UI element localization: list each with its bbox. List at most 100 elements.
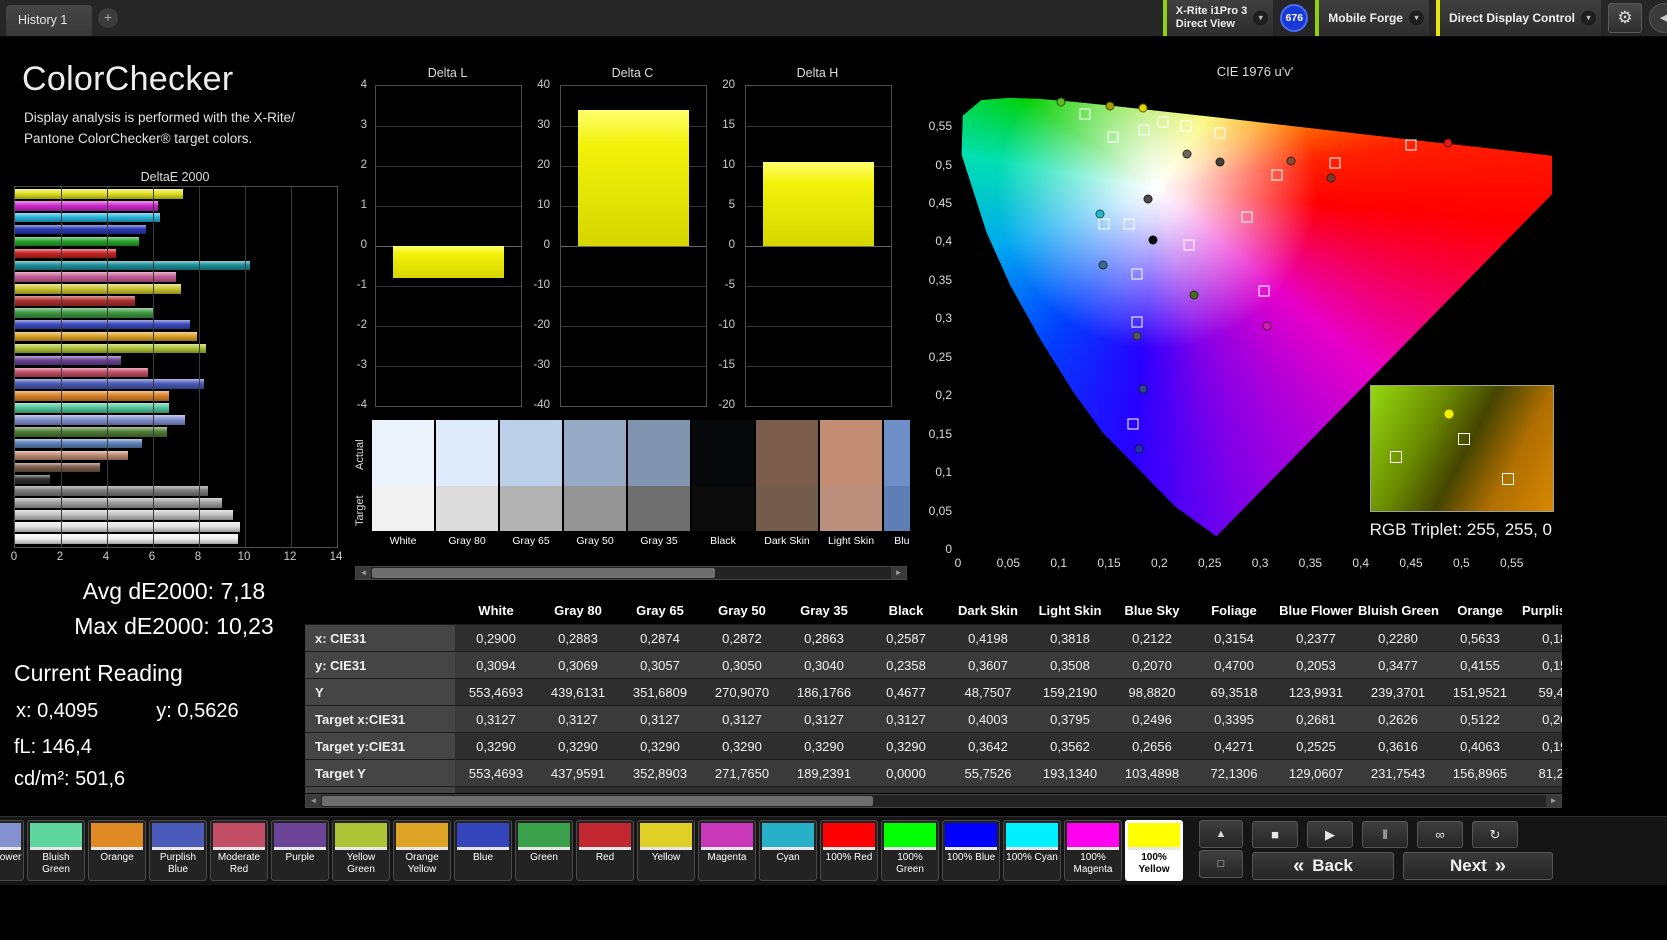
swatch-label: White [372, 535, 434, 547]
pattern-button[interactable]: Yellow Green [332, 820, 390, 881]
column-header: Foliage [1193, 596, 1275, 625]
pattern-button[interactable]: 100% Red [820, 820, 878, 881]
table-cell: 0,2863 [783, 625, 865, 652]
back-button[interactable]: « Back [1252, 852, 1394, 880]
scroll-right-icon[interactable]: ► [1546, 795, 1561, 807]
display-control-dropdown[interactable]: Direct Display Control ▾ [1436, 0, 1601, 36]
table-cell: 55,7526 [947, 760, 1029, 787]
pattern-label: Green [516, 852, 572, 864]
row-label: Target x:CIE31 [305, 706, 455, 733]
pattern-button[interactable]: Blue Flower [0, 820, 24, 881]
pattern-up-button[interactable]: ▲ [1199, 820, 1243, 848]
axis-tick: 0 [955, 556, 962, 570]
cie-measurement-dot [1189, 290, 1198, 299]
pattern-button[interactable]: Red [576, 820, 634, 881]
page-title: Col​orChecker [22, 60, 233, 99]
collapse-panel-button[interactable]: ◀ [1649, 3, 1667, 33]
table-row: Target y:CIE310,32900,32900,32900,32900,… [305, 733, 1562, 760]
table-cell: 0,4003 [947, 706, 1029, 733]
history-tab[interactable]: History 1 [6, 5, 92, 36]
deltae-bar [15, 486, 208, 496]
table-cell: 553,4693 [455, 679, 537, 706]
pattern-button[interactable]: Purple [271, 820, 329, 881]
pattern-button[interactable]: Orange [88, 820, 146, 881]
table-cell: 0,2872 [701, 625, 783, 652]
deltae-axis: 02468101214 [14, 551, 336, 565]
pattern-swatch [457, 823, 509, 850]
pattern-button[interactable]: Cyan [759, 820, 817, 881]
axis-tick: 0,05 [997, 556, 1020, 570]
table-cell: 0,1984 [1521, 733, 1562, 760]
meter-dropdown[interactable]: X-Rite i1Pro 3 Direct View ▾ [1163, 0, 1274, 36]
pattern-button[interactable]: Bluish Green [27, 820, 85, 881]
scroll-right-icon[interactable]: ► [891, 567, 906, 579]
cie-measurement-dot [1095, 209, 1104, 218]
pattern-window-button[interactable]: □ [1199, 850, 1243, 878]
pattern-button[interactable]: 100% Magenta [1064, 820, 1122, 881]
refresh-button[interactable]: ↻ [1472, 821, 1518, 848]
cie-measurement-dot [1056, 98, 1065, 107]
target-swatch [820, 486, 882, 531]
stop-button[interactable]: ■ [1252, 821, 1298, 848]
chevron-left-icon: ◀ [1660, 12, 1667, 24]
source-dropdown[interactable]: Mobile Forge ▾ [1315, 0, 1429, 36]
table-row: ΔE 20009,67729,76879,51729,02838,40601,5… [305, 787, 1562, 794]
table-cell: 0,1598 [1521, 652, 1562, 679]
continuous-read-button[interactable]: ∞ [1417, 821, 1463, 848]
current-cdm2: cd/m²: 501,6 [14, 768, 125, 791]
pattern-label: Cyan [760, 852, 816, 864]
table-cell: 1,5035 [865, 787, 947, 794]
pattern-button[interactable]: Orange Yellow [393, 820, 451, 881]
pattern-button[interactable]: Blue [454, 820, 512, 881]
results-table-wrap: WhiteGray 80Gray 65Gray 50Gray 35BlackDa… [305, 596, 1562, 793]
cie-target-square [1183, 239, 1194, 250]
table-cell: 9,5172 [619, 787, 701, 794]
pattern-label: 100% Blue [943, 852, 999, 864]
pattern-button[interactable]: Yellow [637, 820, 695, 881]
table-scrollbar[interactable]: ◄ ► [305, 794, 1562, 808]
pattern-button[interactable]: Green [515, 820, 573, 881]
pattern-swatch [91, 823, 143, 850]
pattern-label: Magenta [699, 852, 755, 864]
table-cell: 0,2874 [619, 625, 701, 652]
scroll-left-icon[interactable]: ◄ [356, 567, 371, 579]
axis-tick: 14 [330, 551, 343, 563]
pattern-button[interactable]: Purplish Blue [149, 820, 207, 881]
swatch-scrollbar[interactable]: ◄ ► [355, 566, 907, 580]
settings-button[interactable]: ⚙ [1608, 3, 1642, 33]
swatch-column: Gray 80 [436, 420, 498, 562]
table-cell: 0,1844 [1521, 625, 1562, 652]
pattern-swatch [762, 823, 814, 850]
play-button[interactable]: ▶ [1307, 821, 1353, 848]
actual-swatch [756, 420, 818, 486]
deltae-bar [15, 498, 222, 508]
row-label: Y [305, 679, 455, 706]
scroll-left-icon[interactable]: ◄ [306, 795, 321, 807]
table-cell: 0,0000 [865, 760, 947, 787]
pattern-label: Purple [272, 852, 328, 864]
axis-tick: 0 [729, 239, 735, 251]
add-tab-button[interactable]: + [98, 8, 118, 28]
pattern-button[interactable]: 100% Blue [942, 820, 1000, 881]
pattern-button[interactable]: 100% Green [881, 820, 939, 881]
target-row-label: Target [354, 488, 368, 533]
cie-target-square [1124, 218, 1135, 229]
pause-button[interactable]: ‖ [1362, 821, 1408, 848]
deltae-bar [15, 320, 190, 330]
table-cell: 0,4700 [1193, 652, 1275, 679]
scrollbar-thumb[interactable] [322, 796, 873, 806]
pattern-button[interactable]: Magenta [698, 820, 756, 881]
next-button[interactable]: Next » [1403, 852, 1553, 880]
pattern-button[interactable]: Moderate Red [210, 820, 268, 881]
pattern-button[interactable]: 100% Yellow [1125, 820, 1183, 881]
pattern-button[interactable]: 100% Cyan [1003, 820, 1061, 881]
table-cell: 186,1766 [783, 679, 865, 706]
table-cell: 0,3127 [537, 706, 619, 733]
table-cell: 0,3290 [865, 733, 947, 760]
scrollbar-thumb[interactable] [372, 568, 715, 578]
deltae-bar [15, 344, 206, 354]
axis-tick: 20 [537, 159, 550, 171]
table-cell: 0,5633 [1439, 625, 1521, 652]
deltae-bar [15, 296, 135, 306]
table-cell: 59,4306 [1521, 679, 1562, 706]
